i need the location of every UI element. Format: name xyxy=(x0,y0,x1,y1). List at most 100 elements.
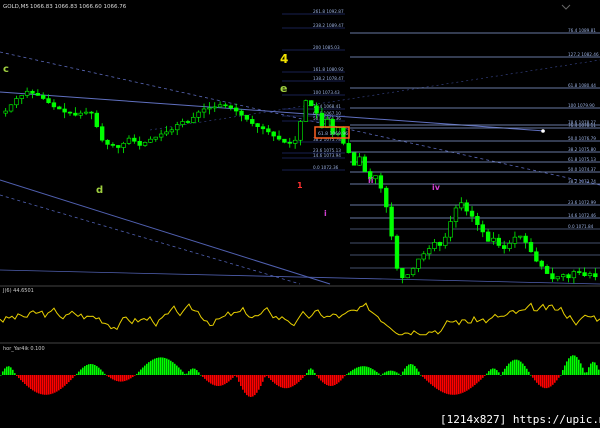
wave-label: i xyxy=(324,209,327,218)
candle-body xyxy=(432,242,437,249)
histogram-bar xyxy=(218,375,220,386)
histogram-bar xyxy=(260,375,262,386)
histogram-bar xyxy=(566,361,568,375)
histogram-bar xyxy=(464,375,466,392)
histogram-bar xyxy=(248,375,250,397)
histogram-bar xyxy=(92,364,94,375)
histogram-bar xyxy=(506,365,508,375)
histogram-bar xyxy=(158,357,160,375)
histogram-bar xyxy=(544,375,546,389)
candle-body xyxy=(30,90,35,94)
candle-body xyxy=(453,207,459,222)
histogram-bar xyxy=(266,375,268,377)
histogram-bar xyxy=(424,375,426,379)
histogram-bar xyxy=(562,370,564,375)
candle-body xyxy=(217,104,223,108)
histogram-bar xyxy=(560,375,562,376)
histogram-bar xyxy=(360,366,362,375)
histogram-bar xyxy=(276,375,278,386)
candle-body xyxy=(539,260,544,267)
histogram-bar xyxy=(294,375,296,386)
candle-body xyxy=(416,258,421,269)
histogram-bar xyxy=(556,375,558,381)
histogram-bar xyxy=(82,367,84,375)
histogram-bar xyxy=(214,375,216,386)
histogram-bar xyxy=(26,375,28,386)
candle-body xyxy=(309,100,314,107)
histogram-bar xyxy=(268,375,270,379)
histogram-bar xyxy=(458,375,460,395)
wave-label: 4 xyxy=(280,52,288,66)
histogram-bar xyxy=(162,357,164,375)
histogram-bar xyxy=(124,375,126,382)
histogram-bar xyxy=(348,372,350,375)
histogram-bar xyxy=(128,375,130,380)
histogram-bar xyxy=(342,375,344,379)
histogram-bar xyxy=(594,362,596,375)
histogram-bar xyxy=(54,375,56,393)
histogram-bar xyxy=(188,371,190,375)
histogram-bar xyxy=(398,373,400,375)
histogram-bar xyxy=(58,375,60,391)
histogram-bar xyxy=(350,371,352,375)
histogram-bar xyxy=(536,375,538,383)
histogram-bar xyxy=(132,375,134,378)
histogram-bar xyxy=(472,375,474,387)
histogram-bar xyxy=(496,370,498,375)
histogram-bar xyxy=(210,375,212,384)
histogram-bar xyxy=(564,365,566,375)
histogram-bar xyxy=(60,375,62,390)
histogram-bar xyxy=(4,368,6,375)
histogram-bar xyxy=(524,365,526,375)
fib-level-label: 23.6 1072.99 xyxy=(568,200,596,205)
candle-body xyxy=(158,133,164,138)
histogram-bar xyxy=(580,363,582,375)
histogram-bar xyxy=(56,375,58,392)
indicator-hist-label: hor_Yar4ik 0.100 xyxy=(3,346,45,352)
histogram-bar xyxy=(518,360,520,375)
candle-body xyxy=(83,111,89,114)
candle-body xyxy=(512,236,518,244)
histogram-bar xyxy=(494,368,496,375)
histogram-bar xyxy=(406,366,408,375)
histogram-bar xyxy=(534,375,536,381)
trend-line-anchor-point[interactable] xyxy=(541,129,545,133)
histogram-bar xyxy=(532,375,534,378)
histogram-bar xyxy=(572,355,574,375)
wave-label: ii xyxy=(368,176,374,185)
histogram-bar xyxy=(244,375,246,393)
wave-label: iv xyxy=(432,183,441,192)
candle-body xyxy=(410,268,416,275)
candle-body xyxy=(105,139,110,145)
histogram-bar xyxy=(8,366,10,375)
histogram-bar xyxy=(252,375,254,397)
histogram-bar xyxy=(36,375,38,393)
histogram-bar xyxy=(258,375,260,390)
fib-level-label: 261.8 1092.87 xyxy=(313,9,344,14)
histogram-bar xyxy=(530,375,532,376)
histogram-bar xyxy=(66,375,68,384)
histogram-bar xyxy=(382,373,384,375)
candle-body xyxy=(555,276,560,280)
candle-body xyxy=(8,104,14,112)
candle-body xyxy=(550,273,555,280)
histogram-bar xyxy=(526,368,528,375)
histogram-bar xyxy=(324,375,326,384)
histogram-bar xyxy=(86,364,88,375)
histogram-bar xyxy=(304,375,306,377)
highlight-box-text: 61.8 1069.96 xyxy=(318,131,348,137)
histogram-bar xyxy=(312,369,314,375)
candle-body xyxy=(233,107,239,112)
histogram-bar xyxy=(548,375,550,388)
histogram-bar xyxy=(538,375,540,385)
histogram-bar xyxy=(262,375,264,382)
candle-body xyxy=(582,272,587,277)
fib-level-label: 61.8 1080.44 xyxy=(568,83,596,88)
histogram-bar xyxy=(270,375,272,381)
histogram-bar xyxy=(176,365,178,375)
histogram-bar xyxy=(450,375,452,395)
candle-body xyxy=(373,175,378,180)
histogram-bar xyxy=(478,375,480,382)
candle-body xyxy=(223,104,228,107)
histogram-bar xyxy=(558,375,560,378)
